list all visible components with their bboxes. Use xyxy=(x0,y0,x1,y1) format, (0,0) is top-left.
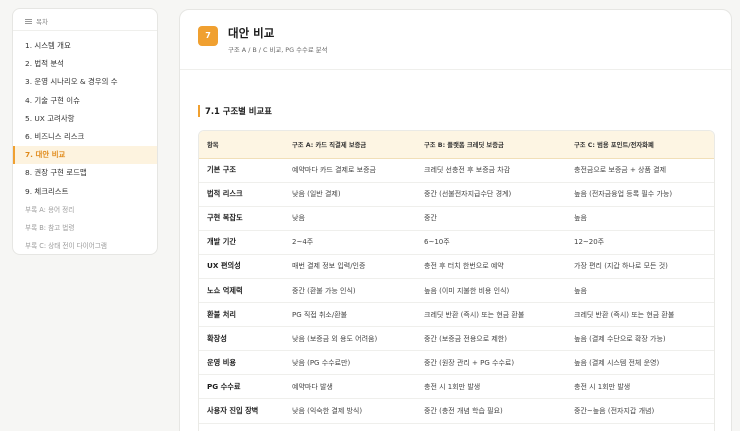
table-cell: 낮음 xyxy=(284,206,416,231)
table-row: 구현 복잡도 낮음 중간 높음 xyxy=(199,206,714,231)
row-header-cell: UX 편의성 xyxy=(199,254,284,279)
table-cell: 중간~높음 (전자지갑 개념) xyxy=(566,398,714,424)
table-body: 기본 구조 예약마다 카드 결제로 보증금 크레딧 선충전 후 보증금 차감 충전금으… xyxy=(199,158,714,424)
table-cell: 12~20주 xyxy=(566,230,714,255)
toc-heading: 목차 xyxy=(36,17,48,26)
table-cell: 매번 결제 정보 입력/인증 xyxy=(284,254,416,279)
table-cell: 중간 (충전 개념 학습 필요) xyxy=(416,398,566,424)
table-cell: 예약마다 발생 xyxy=(284,374,416,400)
main-content: 7 대안 비교 구조 A / B / C 비교, PG 수수료 분석 7.1 구… xyxy=(179,9,732,431)
list-icon xyxy=(25,18,32,24)
toc-list: 1. 시스템 개요 2. 법적 분석 3. 운영 시나리오 & 경우의 수 4. 기술… xyxy=(13,37,157,255)
table-cell: 낮음 (보증금 외 용도 어려움) xyxy=(284,326,416,352)
table-row: 운영 비용 낮음 (PG 수수료만) 중간 (원장 관리 + PG 수수료) 높음 (… xyxy=(199,350,714,376)
table-row: 개발 기간 2~4주 6~10주 12~20주 xyxy=(199,230,714,255)
toc-header: 목차 xyxy=(13,17,157,31)
row-header-cell: PG 수수료 xyxy=(199,374,284,400)
table-header-row: 항목 구조 A: 카드 직결제 보증금 구조 B: 플랫폼 크레딧 보증금 구조 C:… xyxy=(199,131,714,159)
toc-item[interactable]: 8. 권장 구현 로드맵 xyxy=(13,164,157,182)
table-cell: PG 직접 취소/환불 xyxy=(284,302,416,328)
table-cell: 높음 (결제 시스템 전체 운영) xyxy=(566,350,714,376)
toc-item[interactable]: 9. 체크리스트 xyxy=(13,183,157,201)
table-cell: 충전 후 터치 한번으로 예약 xyxy=(416,254,566,279)
table-cell: 중간 xyxy=(416,206,566,231)
row-header-cell: 기본 구조 xyxy=(199,158,284,183)
table-cell: 예약마다 카드 결제로 보증금 xyxy=(284,158,416,183)
table-row: UX 편의성 매번 결제 정보 입력/인증 충전 후 터치 한번으로 예약 가장 편리… xyxy=(199,254,714,279)
table-cell: 중간 (원장 관리 + PG 수수료) xyxy=(416,350,566,376)
toc-item[interactable]: 부록 C: 상태 전이 다이어그램 xyxy=(13,237,157,255)
table-cell: 크레딧 반환 (즉시) 또는 현금 환불 xyxy=(416,302,566,328)
column-header: 구조 C: 범용 포인트/전자화폐 xyxy=(566,131,714,159)
toc-item[interactable]: 부록 B: 참고 법령 xyxy=(13,219,157,237)
toc-item[interactable]: 3. 운영 시나리오 & 경우의 수 xyxy=(13,73,157,91)
table-cell: 낮음 (일반 결제) xyxy=(284,182,416,207)
row-header-cell: 환불 처리 xyxy=(199,302,284,328)
table-cell: 높음 (이미 지불한 비용 인식) xyxy=(416,278,566,304)
table-cell: 충전 시 1회만 발생 xyxy=(566,374,714,400)
page-subtitle: 구조 A / B / C 비교, PG 수수료 분석 xyxy=(228,46,328,54)
table-row: 사용자 진입 장벽 낮음 (익숙한 결제 방식) 중간 (충전 개념 학습 필요) 중… xyxy=(199,398,714,424)
row-header-cell: 법적 리스크 xyxy=(199,182,284,207)
table-cell: 가장 편리 (지갑 하나로 모든 것) xyxy=(566,254,714,279)
toc-item[interactable]: 6. 비즈니스 리스크 xyxy=(13,128,157,146)
table-cell: 높음 xyxy=(566,278,714,304)
table-row: 법적 리스크 낮음 (일반 결제) 중간 (선불전자지급수단 경계) 높음 (전자금융… xyxy=(199,182,714,207)
table-row: 확장성 낮음 (보증금 외 용도 어려움) 중간 (보증금 전용으로 제한) 높음 (… xyxy=(199,326,714,352)
table-cell: 중간 (환불 가능 인식) xyxy=(284,278,416,304)
table-cell: 중간 (보증금 전용으로 제한) xyxy=(416,326,566,352)
row-header-cell: 노쇼 억제력 xyxy=(199,278,284,304)
row-header-cell: 운영 비용 xyxy=(199,350,284,376)
section-number-badge: 7 xyxy=(198,26,218,46)
table-cell: 낮음 (PG 수수료만) xyxy=(284,350,416,376)
table-cell: 충전금으로 보증금 + 상품 결제 xyxy=(566,158,714,183)
table-row: PG 수수료 예약마다 발생 충전 시 1회만 발생 충전 시 1회만 발생 xyxy=(199,374,714,400)
row-header-cell: 구현 복잡도 xyxy=(199,206,284,231)
column-header: 항목 xyxy=(199,131,284,159)
row-header-cell: 사용자 진입 장벽 xyxy=(199,398,284,424)
table-cell: 충전 시 1회만 발생 xyxy=(416,374,566,400)
table-cell: 크레딧 선충전 후 보증금 차감 xyxy=(416,158,566,183)
column-header: 구조 A: 카드 직결제 보증금 xyxy=(284,131,416,159)
toc-item[interactable]: 4. 기술 구현 이슈 xyxy=(13,92,157,110)
toc-item[interactable]: 부록 A: 용어 정리 xyxy=(13,201,157,219)
table-cell: 중간 (선불전자지급수단 경계) xyxy=(416,182,566,207)
table-of-contents: 목차 1. 시스템 개요 2. 법적 분석 3. 운영 시나리오 & 경우의 수 4.… xyxy=(12,8,158,255)
table-cell: 낮음 (익숙한 결제 방식) xyxy=(284,398,416,424)
table-cell: 높음 (결제 수단으로 확장 가능) xyxy=(566,326,714,352)
subsection-title: 7.1 구조별 비교표 xyxy=(198,105,272,117)
page-title: 대안 비교 xyxy=(228,26,275,40)
table-cell: 높음 (전자금융업 등록 필수 가능) xyxy=(566,182,714,207)
table-row: 기본 구조 예약마다 카드 결제로 보증금 크레딧 선충전 후 보증금 차감 충전금으… xyxy=(199,158,714,183)
column-header: 구조 B: 플랫폼 크레딧 보증금 xyxy=(416,131,566,159)
table-cell: 2~4주 xyxy=(284,230,416,255)
toc-item[interactable]: 5. UX 고려사항 xyxy=(13,110,157,128)
toc-item[interactable]: 2. 법적 분석 xyxy=(13,55,157,73)
comparison-table: 항목 구조 A: 카드 직결제 보증금 구조 B: 플랫폼 크레딧 보증금 구조 C:… xyxy=(198,130,715,431)
table-row: 노쇼 억제력 중간 (환불 가능 인식) 높음 (이미 지불한 비용 인식) 높음 xyxy=(199,278,714,304)
table-cell: 높음 xyxy=(566,206,714,231)
section-header: 7 대안 비교 구조 A / B / C 비교, PG 수수료 분석 xyxy=(180,10,731,70)
table-cell: 크레딧 반환 (즉시) 또는 현금 환불 xyxy=(566,302,714,328)
toc-item[interactable]: 1. 시스템 개요 xyxy=(13,37,157,55)
table-cell: 6~10주 xyxy=(416,230,566,255)
table-row: 환불 처리 PG 직접 취소/환불 크레딧 반환 (즉시) 또는 현금 환불 크레딧 … xyxy=(199,302,714,328)
row-header-cell: 개발 기간 xyxy=(199,230,284,255)
row-header-cell: 확장성 xyxy=(199,326,284,352)
toc-item[interactable]: 7. 대안 비교 xyxy=(13,146,157,165)
